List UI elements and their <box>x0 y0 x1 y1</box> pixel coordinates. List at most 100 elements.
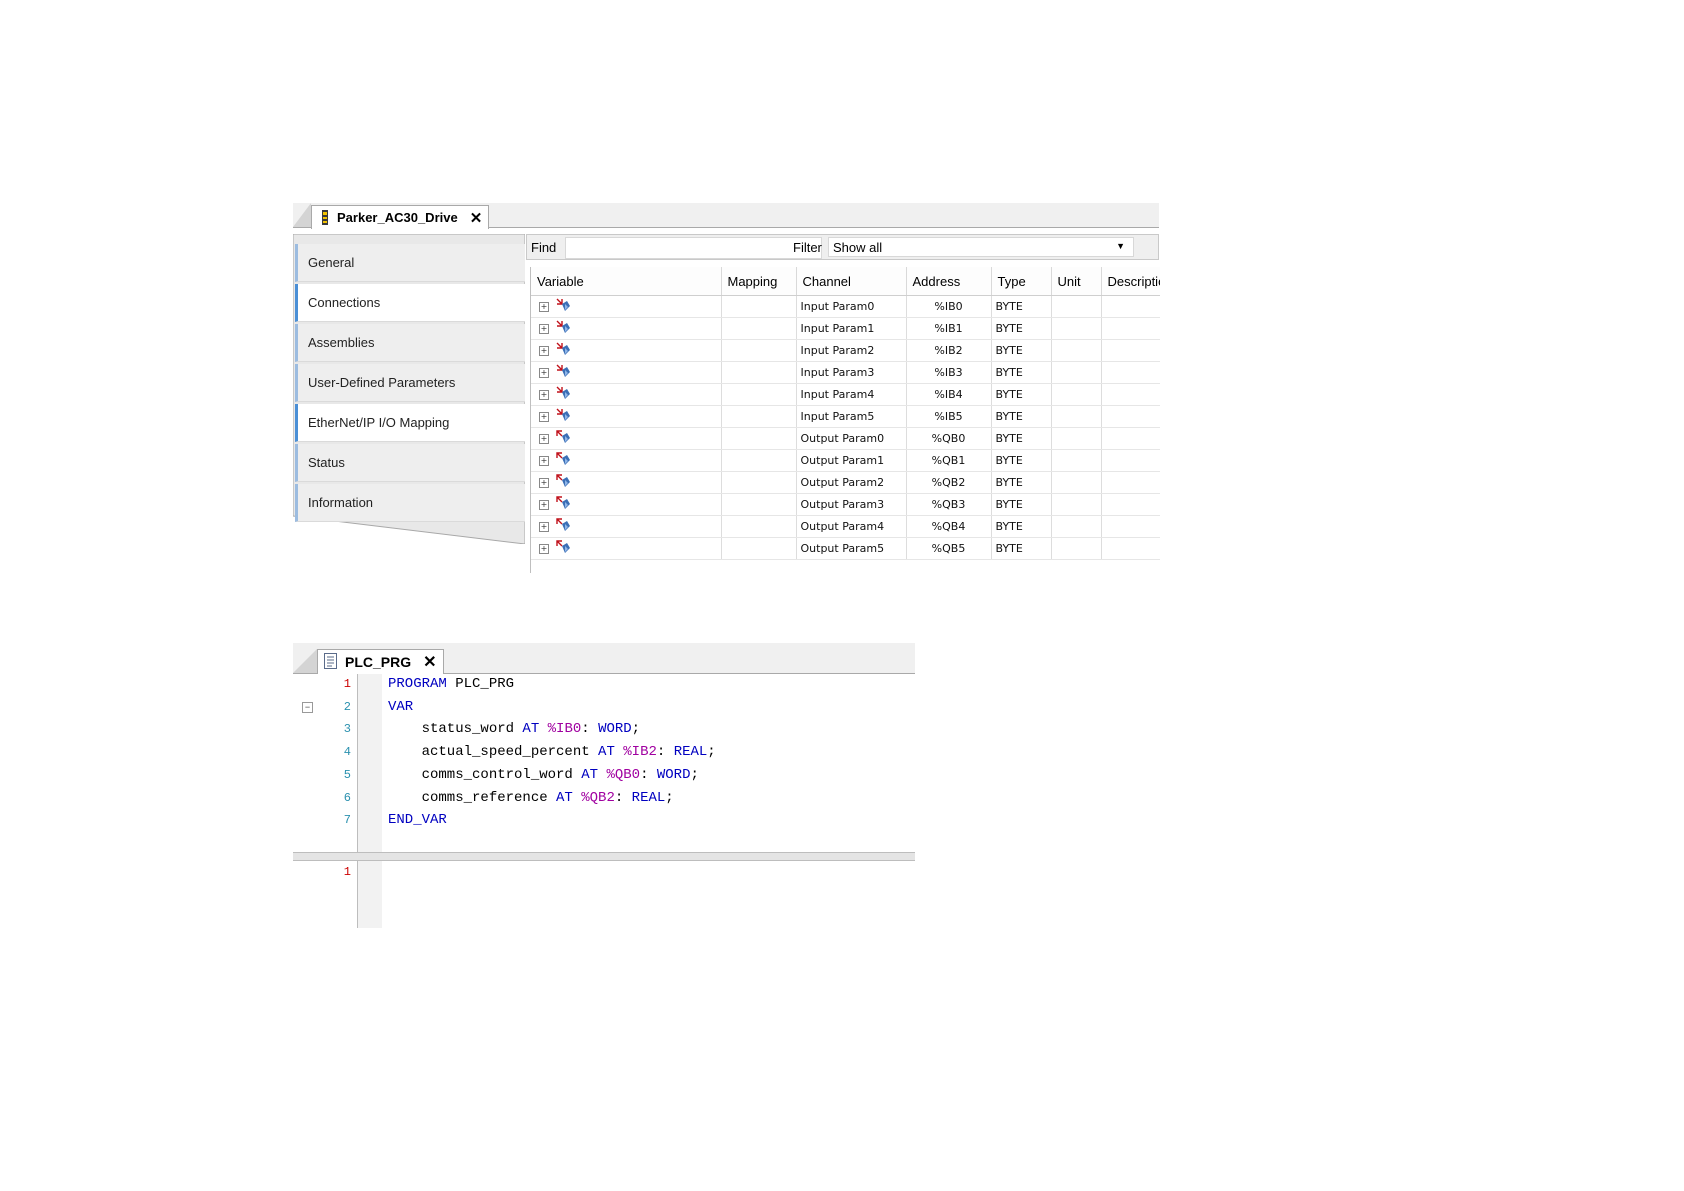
mapping-cell[interactable] <box>721 383 797 406</box>
type-cell: BYTE <box>991 295 1052 318</box>
mapping-cell[interactable] <box>721 493 797 516</box>
mapping-cell[interactable] <box>721 537 797 560</box>
declaration-editor[interactable]: − 1 PROGRAM PLC_PRG 2 VAR 3 status_word AT %… <box>293 674 915 928</box>
code-line[interactable]: END_VAR <box>388 812 447 828</box>
variable-cell[interactable]: + <box>531 515 722 538</box>
line-number: 1 <box>343 677 351 691</box>
address-cell: %QB5 <box>906 537 992 560</box>
variable-cell[interactable]: + <box>531 383 722 406</box>
code-text: : <box>614 789 632 806</box>
code-keyword: AT <box>556 789 573 806</box>
line-number: 7 <box>343 813 351 828</box>
mapping-cell[interactable] <box>721 405 797 428</box>
find-input[interactable] <box>565 237 822 259</box>
close-icon[interactable]: ✕ <box>470 209 483 227</box>
expand-icon[interactable]: + <box>539 389 549 400</box>
description-cell <box>1101 295 1160 318</box>
nav-item-status[interactable]: Status <box>295 444 525 482</box>
code-line[interactable]: comms_reference AT %QB2: REAL; <box>388 790 674 806</box>
plc-prg-tab-title: PLC_PRG <box>345 654 412 670</box>
variable-cell[interactable]: + <box>531 361 722 384</box>
close-icon[interactable]: ✕ <box>423 652 436 672</box>
code-text: ; <box>631 721 641 738</box>
expand-icon[interactable]: + <box>539 455 549 466</box>
table-row[interactable]: + Input Param1 %IB1 BYTE <box>531 317 1160 340</box>
table-row[interactable]: + Input Param3 %IB3 BYTE <box>531 361 1160 384</box>
implementation-editor[interactable]: 1 <box>293 861 915 927</box>
code-line[interactable]: actual_speed_percent AT %IB2: REAL; <box>388 744 716 760</box>
table-row[interactable]: + Output Param5 %QB5 BYTE <box>531 537 1160 560</box>
mapping-cell[interactable] <box>721 471 797 494</box>
table-row[interactable]: + Output Param2 %QB2 BYTE <box>531 471 1160 494</box>
variable-cell[interactable]: + <box>531 493 722 516</box>
mapping-cell[interactable] <box>721 515 797 538</box>
column-header-channel[interactable]: Channel <box>796 267 907 296</box>
table-row[interactable]: + Output Param4 %QB4 BYTE <box>531 515 1160 538</box>
column-header-unit[interactable]: Unit <box>1051 267 1102 296</box>
table-row[interactable]: + Input Param2 %IB2 BYTE <box>531 339 1160 362</box>
variable-cell[interactable]: + <box>531 537 722 560</box>
table-row[interactable]: + Output Param3 %QB3 BYTE <box>531 493 1160 516</box>
expand-icon[interactable]: + <box>539 345 549 356</box>
filter-select[interactable]: Show all ▼ <box>828 237 1134 257</box>
nav-item-label: Status <box>308 455 345 470</box>
code-line[interactable]: PROGRAM PLC_PRG <box>388 676 514 692</box>
editor-splitter[interactable] <box>293 852 915 861</box>
nav-item-connections[interactable]: Connections <box>295 284 525 322</box>
column-header-variable[interactable]: Variable <box>531 267 722 296</box>
expand-icon[interactable]: + <box>539 499 549 510</box>
table-row[interactable]: + Input Param0 %IB0 BYTE <box>531 295 1160 318</box>
code-line[interactable]: comms_control_word AT %QB0: WORD; <box>388 767 699 783</box>
column-header-address[interactable]: Address <box>906 267 992 296</box>
expand-icon[interactable]: + <box>539 411 549 422</box>
expand-icon[interactable]: + <box>539 521 549 532</box>
channel-cell: Output Param0 <box>796 427 907 450</box>
description-cell <box>1101 449 1160 472</box>
expand-icon[interactable]: + <box>539 543 549 554</box>
mapping-cell[interactable] <box>721 339 797 362</box>
expand-icon[interactable]: + <box>539 433 549 444</box>
address-cell: %QB3 <box>906 493 992 516</box>
type-cell: BYTE <box>991 493 1052 516</box>
variable-cell[interactable]: + <box>531 427 722 450</box>
column-header-description[interactable]: Description <box>1101 267 1160 296</box>
mapping-cell[interactable] <box>721 449 797 472</box>
nav-item-user-defined-parameters[interactable]: User-Defined Parameters <box>295 364 525 402</box>
variable-cell[interactable]: + <box>531 449 722 472</box>
column-header-type[interactable]: Type <box>991 267 1052 296</box>
expand-icon[interactable]: + <box>539 477 549 488</box>
plc-prg-tab[interactable]: PLC_PRG ✕ <box>317 649 444 674</box>
table-row[interactable]: + Input Param5 %IB5 BYTE <box>531 405 1160 428</box>
mapping-cell[interactable] <box>721 361 797 384</box>
device-editor-tab[interactable]: Parker_AC30_Drive ✕ <box>311 205 490 229</box>
variable-cell[interactable]: + <box>531 471 722 494</box>
io-mapping-grid: Variable Mapping Channel Address Type Unit Des… <box>530 267 1160 573</box>
table-row[interactable]: + Output Param0 %QB0 BYTE <box>531 427 1160 450</box>
expand-icon[interactable]: + <box>539 323 549 334</box>
nav-item-general[interactable]: General <box>295 244 525 282</box>
mapping-cell[interactable] <box>721 295 797 318</box>
table-row[interactable]: + Input Param4 %IB4 BYTE <box>531 383 1160 406</box>
mapping-cell[interactable] <box>721 317 797 340</box>
nav-item-label: Assemblies <box>308 335 375 350</box>
nav-item-assemblies[interactable]: Assemblies <box>295 324 525 362</box>
column-header-mapping[interactable]: Mapping <box>721 267 797 296</box>
variable-cell[interactable]: + <box>531 295 722 318</box>
expand-icon[interactable]: + <box>539 301 549 312</box>
mapping-cell[interactable] <box>721 427 797 450</box>
description-cell <box>1101 427 1160 450</box>
expand-icon[interactable]: + <box>539 367 549 378</box>
output-channel-icon <box>555 540 571 557</box>
dropdown-arrow-icon[interactable]: ▼ <box>1116 241 1125 251</box>
code-line[interactable]: VAR <box>388 699 413 715</box>
nav-item-information[interactable]: Information <box>295 484 525 522</box>
variable-cell[interactable]: + <box>531 339 722 362</box>
variable-cell[interactable]: + <box>531 405 722 428</box>
collapse-icon[interactable]: − <box>302 702 313 713</box>
code-line[interactable]: status_word AT %IB0: WORD; <box>388 721 640 737</box>
channel-cell: Output Param1 <box>796 449 907 472</box>
nav-item-ethernet-ip-i-o-mapping[interactable]: EtherNet/IP I/O Mapping <box>295 404 525 442</box>
table-row[interactable]: + Output Param1 %QB1 BYTE <box>531 449 1160 472</box>
variable-cell[interactable]: + <box>531 317 722 340</box>
code-text: ; <box>665 789 674 806</box>
